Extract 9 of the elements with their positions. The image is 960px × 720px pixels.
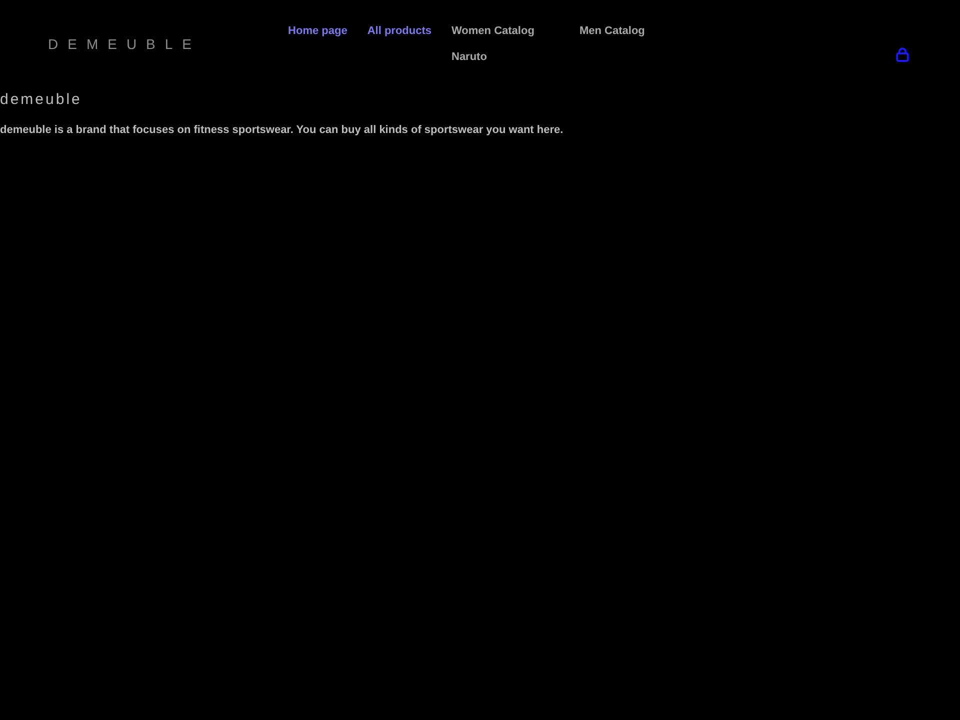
nav-link[interactable]: Women Catalog: [452, 23, 534, 39]
nav-link[interactable]: All products: [367, 23, 432, 39]
nav-link[interactable]: Men Catalog: [580, 23, 645, 39]
nav-link[interactable]: Home page: [288, 23, 348, 39]
page-heading: demeuble: [0, 91, 82, 109]
submenu-link[interactable]: Naruto: [452, 49, 487, 65]
brand-description: demeuble is a brand that focuses on fitness sportswear. You can buy all kinds of sportswear you want here.: [0, 123, 564, 138]
padlock-icon[interactable]: [896, 47, 909, 62]
brand-logo[interactable]: DEMEUBLE: [48, 32, 202, 56]
